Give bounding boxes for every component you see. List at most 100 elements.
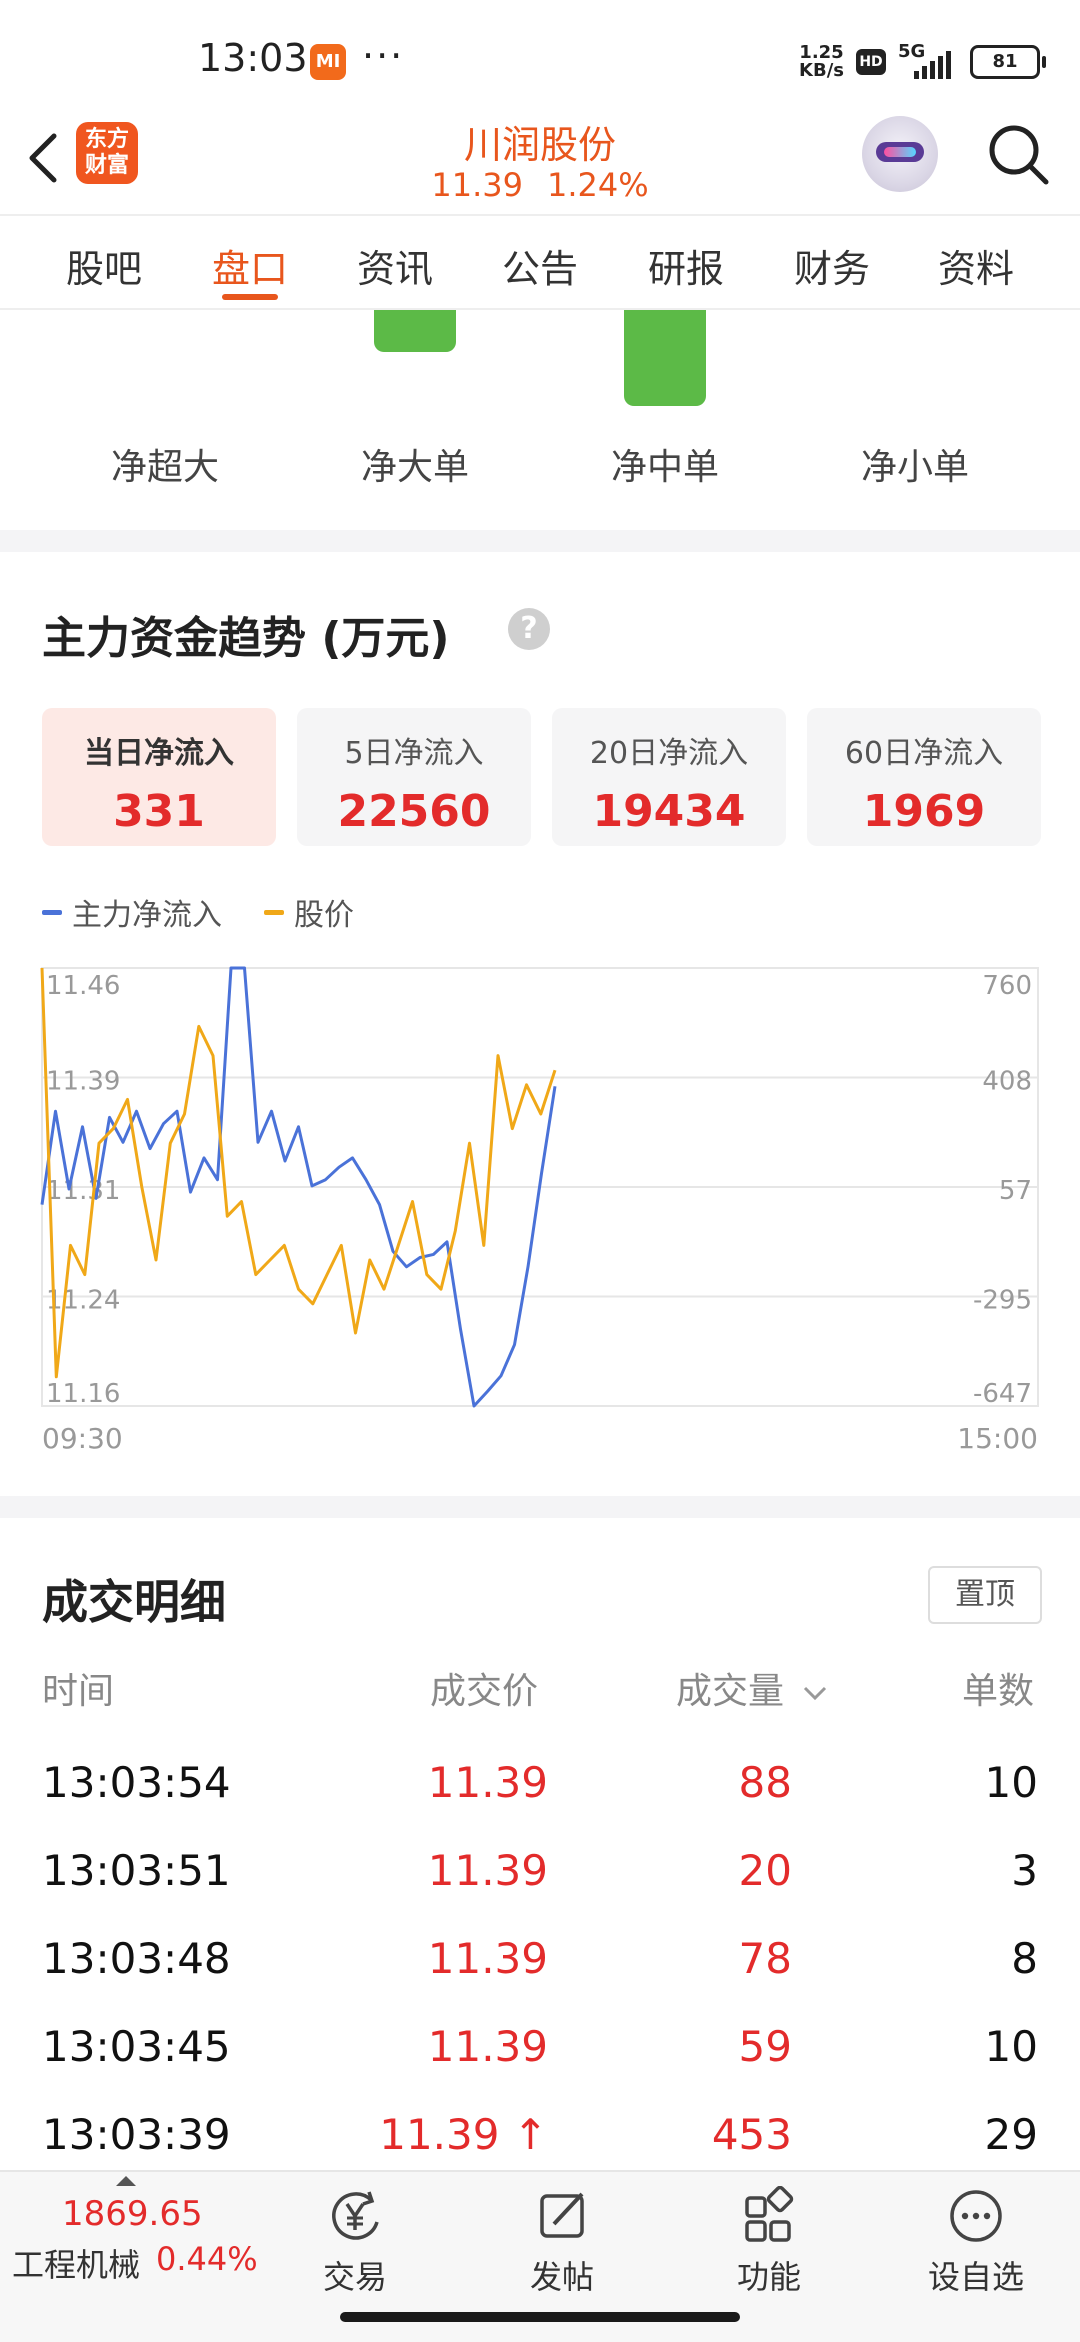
active-tab-indicator	[222, 294, 278, 300]
caret-up-icon[interactable]	[116, 2176, 136, 2186]
stock-change-pct: 1.24%	[546, 166, 649, 204]
more-notifications-icon: ···	[362, 34, 405, 78]
trade-row: 13:03:39 11.39 ↑ 453 29	[0, 2094, 1080, 2182]
x-tick: 15:00	[957, 1422, 1038, 1455]
add-watchlist-label: 设自选	[927, 2258, 1024, 2296]
tab-profile[interactable]: 资料	[926, 238, 1026, 293]
y-left-tick: 11.24	[46, 1286, 120, 1316]
trade-count: 29	[984, 2110, 1038, 2159]
compose-post-icon	[540, 2192, 584, 2238]
trade-volume: 20	[738, 1846, 792, 1895]
card-label: 20日净流入	[589, 736, 749, 771]
bar-label-small: 净小单	[860, 447, 969, 488]
card-today-inflow[interactable]: 当日净流入 331	[42, 708, 276, 846]
status-right-group: 1.25 KB/s HD 5G 81	[799, 40, 1046, 84]
tab-finance[interactable]: 财务	[782, 238, 882, 293]
battery-icon: 81	[970, 45, 1046, 79]
card-value: 331	[113, 786, 205, 837]
trade-time: 13:03:48	[42, 1934, 231, 1983]
trades-title: 成交明细	[42, 1575, 226, 1629]
add-watchlist-button[interactable]: 设自选	[911, 2186, 1041, 2298]
card-20day-inflow[interactable]: 20日净流入 19434	[552, 708, 786, 846]
trade-row: 13:03:54 11.39 88 10	[0, 1742, 1080, 1830]
status-time: 13:03	[198, 36, 308, 80]
network-speed: 1.25 KB/s	[799, 42, 844, 81]
trade-price: 11.39	[427, 2022, 548, 2071]
y-left-tick: 11.39	[46, 1067, 120, 1097]
index-change-pct[interactable]: 0.44%	[156, 2240, 258, 2278]
card-value: 19434	[592, 786, 746, 837]
status-bar: 13:03 MI ··· 1.25 KB/s HD 5G 81	[0, 0, 1080, 110]
card-label: 5日净流入	[344, 736, 484, 771]
x-tick: 09:30	[42, 1422, 123, 1455]
col-header-price[interactable]: 成交价	[430, 1662, 538, 1714]
card-60day-inflow[interactable]: 60日净流入 1969	[807, 708, 1041, 846]
tab-research[interactable]: 研报	[636, 238, 736, 293]
more-dots-icon	[950, 2190, 1002, 2242]
mi-app-icon: MI	[310, 44, 346, 80]
trade-count: 8	[1011, 1934, 1038, 1983]
tab-bar: 股吧 盘口 资讯 公告 研报 财务 资料	[0, 216, 1080, 310]
post-label: 发帖	[529, 2258, 594, 2296]
y-right-tick: 408	[982, 1067, 1032, 1097]
legend-swatch-blue	[42, 909, 62, 915]
stock-header: 东方 财富 川润股份 11.39 1.24%	[0, 110, 1080, 216]
card-value: 1969	[862, 786, 986, 837]
trade-price: 11.39 ↑	[379, 2110, 548, 2159]
trade-count: 10	[984, 2022, 1038, 2071]
legend-label: 主力净流入	[72, 898, 222, 933]
y-right-tick: -647	[973, 1379, 1032, 1409]
y-right-tick: 760	[982, 971, 1032, 1001]
help-icon[interactable]: ?	[508, 608, 550, 650]
capital-flow-bars: − − 净超大 净大单 净中单 净小单	[0, 310, 1080, 530]
col-header-count: 单数	[962, 1671, 1035, 1712]
bar-net-medium	[624, 310, 706, 406]
card-label: 当日净流入	[84, 736, 234, 771]
trade-price: 11.39	[427, 1846, 548, 1895]
bar-label-medium: 净中单	[610, 447, 719, 488]
legend-price: 股价	[264, 890, 354, 934]
functions-label: 功能	[736, 2258, 801, 2296]
section-divider	[0, 1496, 1080, 1518]
card-value: 22560	[337, 786, 491, 837]
tab-guba[interactable]: 股吧	[54, 238, 154, 293]
tab-announcements[interactable]: 公告	[490, 238, 590, 293]
functions-button[interactable]: 功能	[704, 2186, 834, 2298]
trade-volume: 88	[738, 1758, 792, 1807]
y-left-tick: 11.31	[46, 1176, 120, 1206]
card-5day-inflow[interactable]: 5日净流入 22560	[297, 708, 531, 846]
search-icon[interactable]	[984, 120, 1054, 190]
trade-volume: 59	[738, 2022, 792, 2071]
tab-news[interactable]: 资讯	[345, 238, 445, 293]
legend-main-flow: 主力净流入	[42, 890, 222, 934]
trade-time: 13:03:39	[42, 2110, 231, 2159]
bar-value-cut: −	[122, 310, 152, 325]
bar-label-large: 净大单	[360, 447, 469, 488]
fund-trend-chart[interactable]: 11.46 760 11.39 408 11.31 57 11.24 -295 11.16 -64…	[0, 960, 1080, 1460]
chevron-down-icon	[804, 1686, 827, 1701]
home-indicator[interactable]	[340, 2312, 740, 2322]
col-header-time: 时间	[42, 1671, 115, 1712]
stock-price: 11.39	[431, 166, 523, 204]
trade-count: 10	[984, 1758, 1038, 1807]
col-header-volume-label: 成交量	[676, 1671, 785, 1712]
y-left-tick: 11.46	[46, 971, 120, 1001]
y-left-tick: 11.16	[46, 1379, 120, 1409]
post-button[interactable]: 发帖	[497, 2186, 627, 2298]
trade-button[interactable]: 交易	[290, 2186, 420, 2298]
chart-legend: 主力净流入 股价	[42, 890, 396, 934]
hd-icon: HD	[856, 49, 886, 75]
col-header-volume[interactable]: 成交量	[676, 1662, 829, 1714]
trade-count: 3	[1011, 1846, 1038, 1895]
index-name[interactable]: 工程机械	[12, 2240, 140, 2286]
pin-top-button[interactable]: 置顶	[928, 1566, 1042, 1624]
tab-pankou[interactable]: 盘口	[200, 238, 300, 293]
card-label: 60日净流入	[844, 736, 1004, 771]
trade-price: 11.39	[427, 1934, 548, 1983]
trade-price: 11.39	[427, 1758, 548, 1807]
signal-bars-icon	[914, 51, 951, 79]
index-value[interactable]: 1869.65	[62, 2194, 203, 2234]
section-divider	[0, 530, 1080, 552]
robot-avatar-icon[interactable]	[862, 116, 938, 192]
y-right-tick: 57	[999, 1176, 1032, 1206]
